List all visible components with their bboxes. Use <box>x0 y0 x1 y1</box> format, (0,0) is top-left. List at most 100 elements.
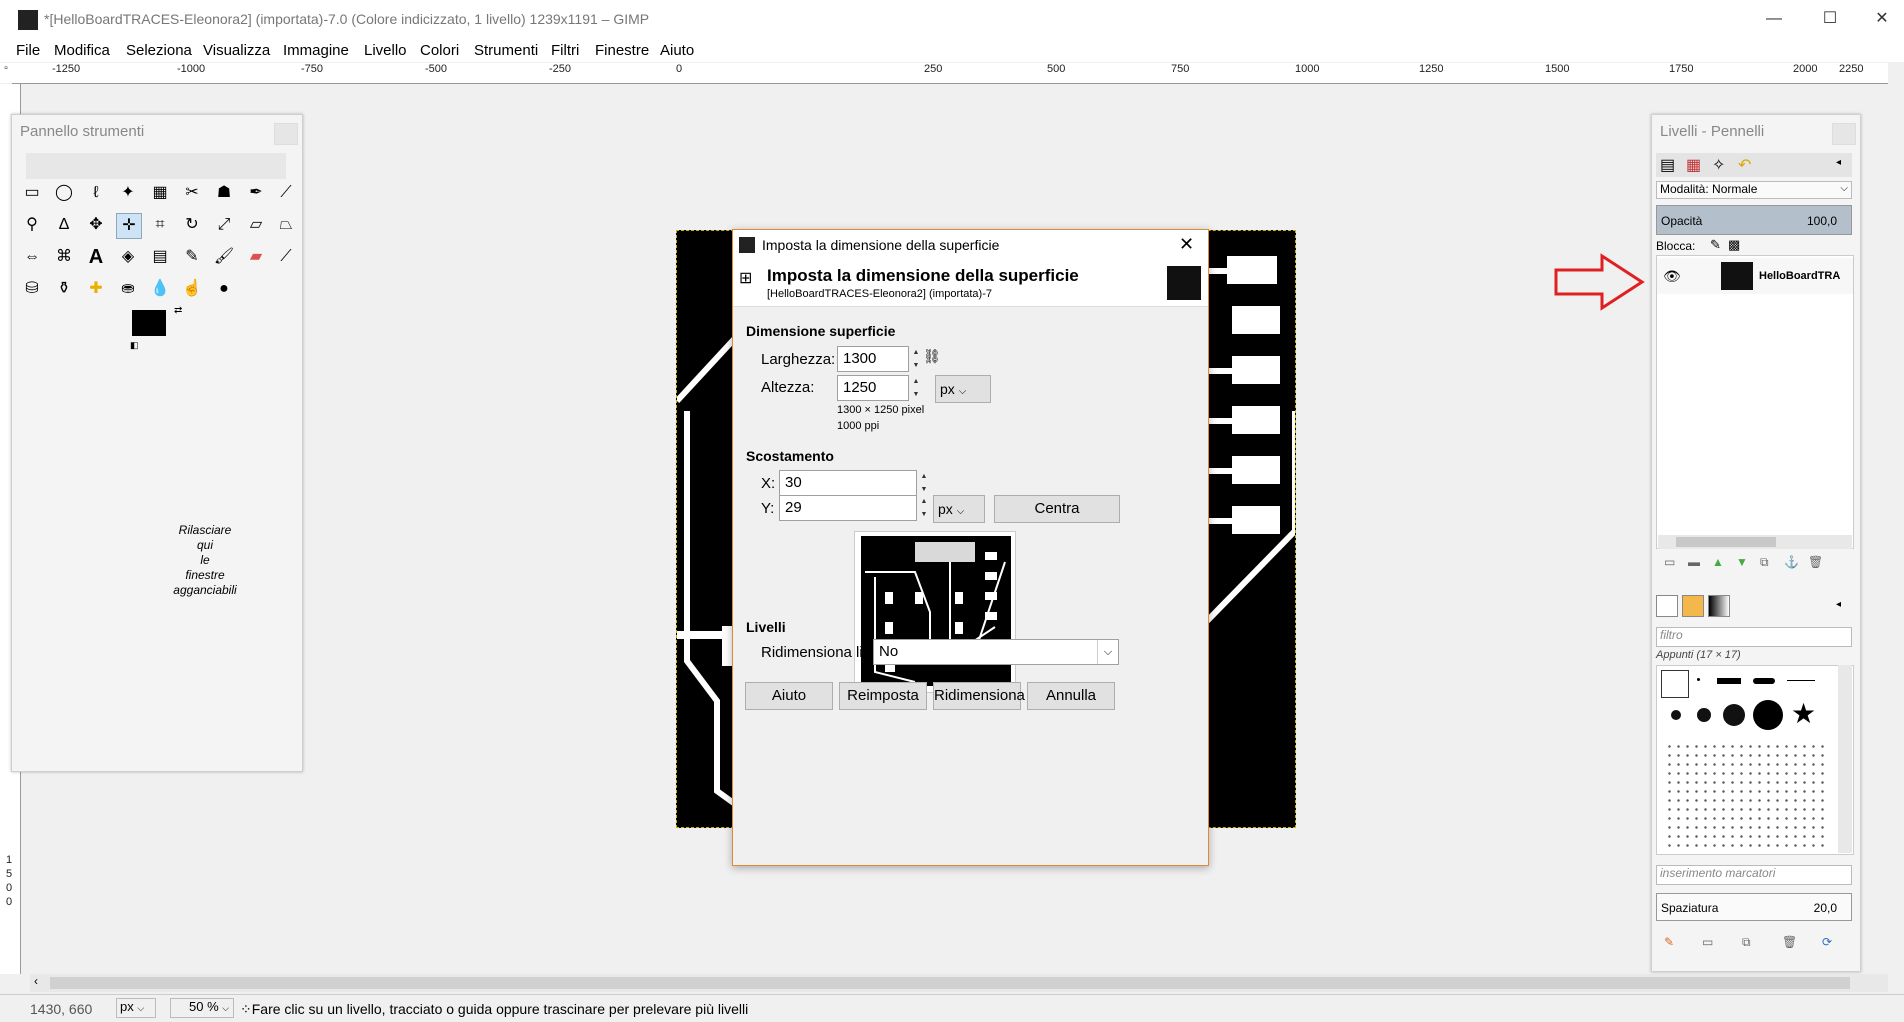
menu-aiuto[interactable]: Aiuto <box>660 42 694 59</box>
zoom-icon[interactable]: ⚲ <box>20 213 44 237</box>
layers-hscrollbar[interactable] <box>1658 535 1852 549</box>
resize-layers-select[interactable]: No ⌵ <box>873 639 1119 665</box>
layers-tab-icon[interactable]: ▤ <box>1660 155 1675 175</box>
delete-brush-icon[interactable]: 🗑 <box>1782 935 1797 949</box>
menu-modifica[interactable]: Modifica <box>54 42 110 59</box>
rect-select-icon[interactable]: ▭ <box>20 181 44 205</box>
foreground-color-swatch[interactable] <box>132 310 166 336</box>
menu-colori[interactable]: Colori <box>420 42 459 59</box>
lower-layer-icon[interactable]: ▼ <box>1736 555 1748 569</box>
unit-select[interactable]: px ⌵ <box>116 998 156 1018</box>
paths-icon[interactable]: ✒ <box>244 181 268 205</box>
brush-item[interactable] <box>1665 742 1825 852</box>
dock-menu-icon[interactable]: ◂ <box>1836 599 1841 610</box>
brushes-tab-icon[interactable] <box>1656 595 1678 617</box>
opacity-slider[interactable]: Opacità 100,0 <box>1656 205 1852 235</box>
cancel-button[interactable]: Annulla <box>1027 682 1115 710</box>
brushes-grid[interactable]: ★ <box>1656 665 1854 855</box>
patterns-tab-icon[interactable] <box>1682 595 1704 617</box>
brush-item[interactable] <box>1661 670 1689 698</box>
menu-livello[interactable]: Livello <box>364 42 407 59</box>
height-input[interactable]: 1250 <box>837 375 909 401</box>
perspective-clone-icon[interactable]: ⛂ <box>116 277 140 301</box>
new-brush-icon[interactable]: ▭ <box>1702 935 1713 949</box>
delete-layer-icon[interactable]: 🗑 <box>1808 555 1823 569</box>
width-spinner[interactable]: ▲ ▼ <box>911 346 921 372</box>
menu-visualizza[interactable]: Visualizza <box>203 42 270 59</box>
menu-seleziona[interactable]: Seleziona <box>126 42 192 59</box>
tag-input[interactable]: inserimento marcatori <box>1656 865 1852 885</box>
anchor-layer-icon[interactable]: ⚓ <box>1784 555 1799 569</box>
dialog-close-icon[interactable]: ✕ <box>1179 234 1194 255</box>
brush-item[interactable] <box>1717 678 1741 684</box>
menu-file[interactable]: File <box>16 42 40 59</box>
lock-pixels-icon[interactable]: ✎ <box>1710 237 1721 253</box>
color-picker-icon[interactable]: ⟋ <box>274 181 298 205</box>
crop-icon[interactable]: ⌗ <box>148 213 172 237</box>
refresh-brushes-icon[interactable]: ⟳ <box>1822 935 1832 949</box>
offset-x-spinner[interactable]: ▲ ▼ <box>919 470 929 496</box>
layer-name[interactable]: HelloBoardTRA <box>1759 270 1840 282</box>
lock-alpha-icon[interactable]: ▩ <box>1728 237 1740 253</box>
align-icon[interactable]: ✛ <box>116 213 142 239</box>
bucket-fill-icon[interactable]: ◈ <box>116 245 140 269</box>
brush-item[interactable] <box>1671 710 1681 720</box>
menu-filtri[interactable]: Filtri <box>551 42 579 59</box>
airbrush-icon[interactable]: ⟋ <box>274 245 298 269</box>
brushes-scrollbar[interactable] <box>1838 665 1852 853</box>
raise-layer-icon[interactable]: ▲ <box>1712 555 1724 569</box>
height-spinner[interactable]: ▲ ▼ <box>911 375 921 401</box>
reset-button[interactable]: Reimposta <box>839 682 927 710</box>
eye-icon[interactable]: 👁 <box>1663 268 1681 285</box>
lasso-icon[interactable]: ℓ <box>84 181 108 205</box>
dodge-burn-icon[interactable]: ● <box>212 277 236 301</box>
undo-tab-icon[interactable]: ↶ <box>1738 155 1751 175</box>
duplicate-brush-icon[interactable]: ⧉ <box>1742 935 1751 950</box>
smudge-icon[interactable]: ☝ <box>180 277 204 301</box>
menu-finestre[interactable]: Finestre <box>595 42 649 59</box>
brush-item[interactable] <box>1723 704 1745 726</box>
new-layer-group-icon[interactable]: ▭ <box>1664 555 1675 569</box>
size-unit-select[interactable]: px ⌵ <box>935 375 991 403</box>
center-button[interactable]: Centra <box>994 495 1120 523</box>
dock-menu-icon[interactable]: ◂ <box>1836 157 1841 168</box>
dock-close-icon[interactable] <box>274 123 298 145</box>
offset-y-input[interactable]: 29 <box>779 495 917 521</box>
cage-transform-icon[interactable]: ⌘ <box>52 245 76 269</box>
ruler-corner[interactable]: ▫ <box>0 63 12 83</box>
horizontal-ruler[interactable]: -1250 -1000 -750 -500 -250 0 250 500 750… <box>12 63 1888 84</box>
pencil-icon[interactable]: ✎ <box>180 245 204 269</box>
scale-icon[interactable]: ⤢ <box>212 213 236 237</box>
menu-strumenti[interactable]: Strumenti <box>474 42 538 59</box>
swap-colors-icon[interactable]: ⇄ <box>174 305 182 316</box>
perspective-icon[interactable]: ⏢ <box>274 213 298 237</box>
new-layer-icon[interactable]: ▬ <box>1688 555 1700 569</box>
offset-preview[interactable] <box>854 531 1016 693</box>
resize-button[interactable]: Ridimensiona <box>933 682 1025 710</box>
default-colors-icon[interactable]: ◧ <box>130 340 139 351</box>
ellipse-select-icon[interactable]: ◯ <box>52 181 76 205</box>
brush-item[interactable]: ★ <box>1791 700 1816 728</box>
brush-item[interactable] <box>1753 700 1783 730</box>
scissors-icon[interactable]: ✂ <box>180 181 204 205</box>
paths-tab-icon[interactable]: ✧ <box>1712 155 1725 175</box>
width-input[interactable]: 1300 <box>837 346 909 372</box>
brush-item[interactable] <box>1753 678 1775 684</box>
text-tool-icon[interactable]: A <box>84 245 108 269</box>
help-button[interactable]: Aiuto <box>745 682 833 710</box>
measure-icon[interactable]: ∆ <box>52 213 76 237</box>
rotate-icon[interactable]: ↻ <box>180 213 204 237</box>
chevron-left-icon[interactable]: ‹ <box>34 974 38 988</box>
chain-link-icon[interactable]: ⛓ <box>923 348 941 365</box>
edit-brush-icon[interactable]: ✎ <box>1664 935 1674 949</box>
eraser-icon[interactable]: ▰ <box>244 245 268 269</box>
layers-list[interactable]: 👁 HelloBoardTRA <box>1656 255 1854 549</box>
move-icon[interactable]: ✥ <box>84 213 108 237</box>
close-button[interactable]: ✕ <box>1860 6 1904 32</box>
color-select-icon[interactable]: ▦ <box>148 181 172 205</box>
ink-icon[interactable]: ⛁ <box>20 277 44 301</box>
foreground-select-icon[interactable]: ☗ <box>212 181 236 205</box>
offset-x-input[interactable]: 30 <box>779 470 917 496</box>
layer-mode-select[interactable]: Modalità: Normale ⌵ <box>1656 181 1852 199</box>
clone-icon[interactable]: ⚱ <box>52 277 76 301</box>
